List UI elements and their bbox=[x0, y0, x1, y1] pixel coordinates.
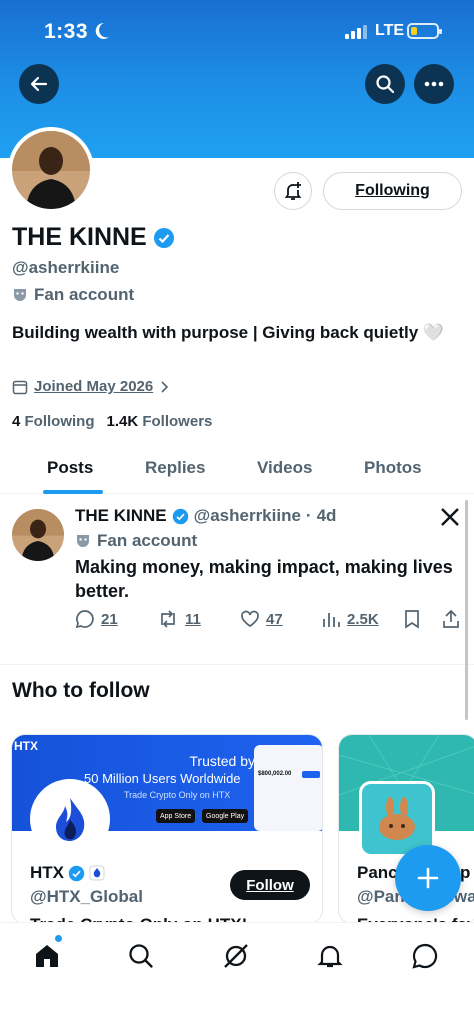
follow-counts: 4 Following 1.4K Followers bbox=[12, 413, 212, 430]
nav-grok[interactable] bbox=[219, 939, 253, 973]
mask-icon bbox=[77, 535, 89, 547]
joined-date[interactable]: Joined May 2026 bbox=[12, 378, 169, 395]
banner-brand: HTX bbox=[14, 739, 38, 753]
heart-icon bbox=[241, 610, 259, 628]
account-label: Fan account bbox=[12, 285, 134, 305]
banner-trusted: Trusted by bbox=[189, 753, 255, 769]
profile-handle: @asherrkiine bbox=[12, 258, 120, 277]
profile-bio: Building wealth with purpose | Giving ba… bbox=[12, 323, 445, 342]
repost-button[interactable]: 11 bbox=[157, 609, 201, 629]
verified-badge-icon bbox=[172, 508, 188, 524]
home-icon bbox=[36, 945, 58, 967]
verified-badge-icon bbox=[68, 865, 85, 881]
card-name: HTX bbox=[30, 863, 105, 883]
post-avatar[interactable] bbox=[12, 509, 64, 561]
htx-logo bbox=[30, 779, 110, 859]
affiliate-badge-icon bbox=[89, 865, 105, 881]
profile-tabs: Posts Replies Videos Photos bbox=[0, 448, 474, 494]
home-notification-dot bbox=[55, 935, 62, 942]
share-button[interactable] bbox=[441, 609, 461, 629]
active-tab-indicator bbox=[43, 490, 103, 494]
post-timestamp: 4d bbox=[316, 506, 337, 525]
post-text: Making money, making impact, making live… bbox=[75, 557, 453, 601]
notifications-toggle-button[interactable] bbox=[274, 172, 312, 210]
post-actions: 21 11 47 2.5K bbox=[75, 609, 465, 633]
post-item[interactable]: THE KINNE @asherrkiine · 4d Fan account … bbox=[0, 495, 474, 665]
flame-icon bbox=[56, 798, 85, 841]
tab-posts[interactable]: Posts bbox=[47, 458, 93, 478]
nav-notifications[interactable] bbox=[313, 939, 347, 973]
nav-search[interactable] bbox=[124, 939, 158, 973]
bell-plus-icon bbox=[284, 182, 302, 200]
bookmark-icon bbox=[405, 610, 419, 629]
bookmark-button[interactable] bbox=[403, 609, 421, 629]
who-to-follow-title: Who to follow bbox=[12, 679, 150, 702]
google-play-badge: Google Play bbox=[202, 809, 249, 823]
network-label: LTE bbox=[375, 22, 405, 39]
banner-users: 50 Million Users Worldwide bbox=[84, 771, 241, 786]
arrow-left-icon bbox=[30, 76, 48, 92]
chevron-right-icon bbox=[161, 380, 169, 393]
scrollbar[interactable] bbox=[465, 500, 468, 720]
chat-bubble-icon bbox=[412, 943, 438, 969]
signal-icon bbox=[345, 25, 369, 44]
bottom-nav bbox=[0, 922, 474, 1024]
card-handle: @HTX_Global bbox=[30, 887, 143, 906]
tab-photos[interactable]: Photos bbox=[364, 458, 422, 478]
post-account-label: Fan account bbox=[75, 531, 197, 551]
followers-count-link[interactable]: 1.4K Followers bbox=[107, 413, 213, 430]
views-chart-icon bbox=[323, 613, 340, 627]
tab-videos[interactable]: Videos bbox=[257, 458, 312, 478]
following-button[interactable]: Following bbox=[323, 172, 462, 210]
bunny-icon bbox=[379, 797, 415, 840]
views-button[interactable]: 2.5K bbox=[321, 609, 379, 629]
phone-mockup: $800,002.00 bbox=[254, 745, 322, 831]
mask-icon bbox=[14, 289, 26, 301]
bell-icon bbox=[317, 945, 343, 968]
nav-messages[interactable] bbox=[408, 939, 442, 973]
repost-icon bbox=[161, 610, 175, 628]
post-header: THE KINNE @asherrkiine · 4d bbox=[75, 506, 336, 526]
banner-trade: Trade Crypto Only on HTX bbox=[124, 790, 231, 800]
reply-icon bbox=[75, 610, 94, 629]
grok-icon bbox=[224, 944, 248, 968]
status-time: 1:33 bbox=[44, 20, 89, 43]
tab-replies[interactable]: Replies bbox=[145, 458, 205, 478]
nav-home[interactable] bbox=[30, 939, 64, 973]
plus-icon bbox=[417, 867, 439, 889]
post-author-handle: @asherrkiine bbox=[193, 506, 301, 525]
moon-icon bbox=[94, 22, 110, 45]
post-separator: · bbox=[305, 506, 312, 525]
display-name: THE KINNE bbox=[12, 223, 147, 251]
back-button[interactable] bbox=[19, 64, 59, 104]
search-button[interactable] bbox=[365, 64, 405, 104]
profile-avatar[interactable] bbox=[8, 127, 94, 213]
x-logo-icon bbox=[440, 507, 460, 532]
battery-icon bbox=[407, 23, 442, 39]
more-icon bbox=[424, 81, 444, 87]
post-author-name[interactable]: THE KINNE bbox=[75, 506, 167, 526]
search-icon bbox=[129, 944, 153, 968]
compose-post-button[interactable] bbox=[395, 845, 461, 911]
app-store-badge: App Store bbox=[156, 809, 196, 823]
following-count-link[interactable]: 4 Following bbox=[12, 413, 95, 430]
search-icon bbox=[376, 75, 395, 94]
reply-button[interactable]: 21 bbox=[75, 609, 118, 629]
verified-badge-icon[interactable] bbox=[153, 227, 175, 249]
like-button[interactable]: 47 bbox=[240, 609, 283, 629]
status-bar: 1:33 LTE bbox=[0, 18, 474, 48]
follow-button[interactable]: Follow bbox=[230, 870, 310, 900]
more-options-button[interactable] bbox=[414, 64, 454, 104]
profile-name: THE KINNE bbox=[12, 223, 175, 252]
share-icon bbox=[443, 609, 459, 628]
calendar-icon bbox=[12, 380, 28, 394]
follow-suggestion-card[interactable]: HTX Trusted by 50 Million Users Worldwid… bbox=[11, 734, 323, 924]
